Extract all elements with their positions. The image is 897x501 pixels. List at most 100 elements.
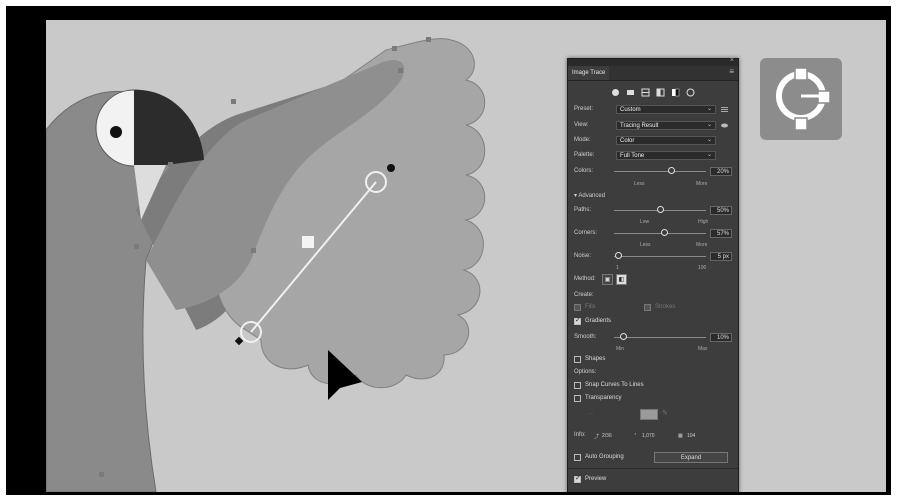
paths-min-label: Low — [640, 219, 650, 225]
view-dropdown[interactable]: Tracing Result ⌄ — [616, 121, 716, 130]
corners-min-label: Less — [640, 242, 651, 248]
smooth-value[interactable]: 10% — [710, 333, 732, 342]
options-label: Options: — [574, 369, 597, 375]
colors-slider-track[interactable] — [614, 167, 706, 174]
gradients-checkbox[interactable] — [574, 316, 581, 325]
paths-slider-knob[interactable] — [656, 206, 664, 213]
image-trace-badge — [760, 58, 842, 140]
view-label: View: — [574, 122, 589, 128]
menu-icon[interactable]: ≡ — [729, 67, 734, 76]
palette-row: Palette: Full Tone ⌄ — [568, 149, 738, 163]
palette-value: Full Tone — [620, 153, 645, 159]
mode-value: Color — [620, 138, 635, 144]
noise-slider-track[interactable] — [614, 252, 706, 259]
black-white-icon[interactable] — [671, 88, 680, 97]
fills-label: Fills — [585, 304, 596, 310]
info-label: Info: — [574, 432, 586, 438]
eye-icon[interactable] — [721, 122, 728, 129]
gradient-end-stop — [387, 164, 395, 172]
preset-row: Preset: Custom ⌄ — [568, 103, 738, 117]
mode-dropdown[interactable]: Color ⌄ — [616, 136, 716, 145]
paths-label: Paths: — [574, 207, 592, 213]
tab-image-trace[interactable]: Image Trace — [568, 66, 610, 80]
preset-label: Preset: — [574, 106, 594, 112]
eyedropper-icon[interactable]: ✎ — [662, 409, 668, 417]
paths-slider-track[interactable] — [614, 206, 706, 213]
snap-curves-row: Snap Curves To Lines — [568, 379, 738, 393]
smooth-slider-knob[interactable] — [619, 333, 627, 340]
corners-slider-knob[interactable] — [661, 229, 669, 236]
transparency-label: Transparency — [585, 395, 622, 401]
corners-row: Corners: 57% — [568, 227, 738, 241]
noise-max-label: 100 — [698, 265, 707, 271]
view-row: View: Tracing Result ⌄ — [568, 119, 738, 133]
noise-value[interactable]: 5 px — [710, 252, 732, 261]
preview-row: Preview — [568, 473, 738, 487]
chevron-down-icon: ⌄ — [706, 122, 712, 128]
noise-row: Noise: 5 px — [568, 250, 738, 264]
method-row: Method: ▣ ◧ — [568, 273, 738, 287]
colors-label: Colors: — [574, 168, 594, 174]
smooth-slider-track[interactable] — [614, 333, 706, 340]
smooth-min-label: Min — [616, 346, 625, 352]
expand-button[interactable]: Expand — [654, 452, 728, 463]
auto-grouping-checkbox[interactable] — [574, 454, 581, 461]
paths-count-icon: ⤴ — [594, 434, 600, 440]
outline-icon[interactable] — [686, 88, 695, 97]
preset-list-icon[interactable] — [721, 106, 728, 113]
auto-color-icon[interactable] — [611, 88, 620, 97]
transparency-color-label: ··· — [588, 411, 593, 417]
shapes-checkbox[interactable] — [574, 356, 581, 363]
corners-slider-track[interactable] — [614, 229, 706, 236]
colors-slider-knob[interactable] — [667, 167, 675, 174]
panel-divider — [568, 468, 738, 469]
noise-min-label: 1 — [616, 265, 619, 271]
strokes-checkbox[interactable] — [644, 304, 651, 311]
options-row: Options: — [568, 366, 738, 380]
colors-count-icon: ▦ — [678, 433, 683, 439]
overlapping-method-button[interactable]: ◧ — [616, 274, 627, 285]
paths-value[interactable]: 50% — [710, 206, 732, 215]
smooth-max-label: Max — [698, 346, 708, 352]
canvas[interactable]: × Image Trace ≡ Preset: Custom ⌄ View: T… — [46, 20, 886, 492]
preview-checkbox[interactable] — [574, 474, 581, 483]
close-icon[interactable]: × — [730, 57, 734, 64]
grouping-row: Auto Grouping Expand — [568, 451, 738, 465]
paths-row: Paths: 50% — [568, 204, 738, 218]
method-label: Method: — [574, 276, 596, 282]
preset-value: Custom — [620, 107, 641, 113]
colors-min-label: Less — [634, 181, 645, 187]
low-color-icon[interactable] — [641, 88, 650, 97]
gradient-midpoint — [302, 236, 314, 248]
preview-label: Preview — [585, 476, 607, 482]
chevron-down-icon: ⌄ — [706, 106, 712, 112]
transparency-checkbox[interactable] — [574, 395, 581, 402]
corners-value[interactable]: 57% — [710, 229, 732, 238]
palette-label: Palette: — [574, 152, 595, 158]
eye-pupil — [110, 126, 122, 138]
create-label: Create: — [574, 292, 594, 298]
anchors-count-icon: ⌝ — [634, 433, 637, 439]
transparency-row: Transparency — [568, 392, 738, 406]
advanced-label: ▾ Advanced — [574, 193, 606, 199]
advanced-toggle[interactable]: ▾ Advanced — [568, 189, 738, 203]
palette-dropdown[interactable]: Full Tone ⌄ — [616, 151, 716, 160]
colors-value[interactable]: 20% — [710, 167, 732, 176]
fills-checkbox[interactable] — [574, 304, 581, 311]
view-value: Tracing Result — [620, 123, 659, 129]
panel-titlebar[interactable]: × — [568, 57, 738, 66]
snap-curves-checkbox[interactable] — [574, 382, 581, 389]
snap-curves-label: Snap Curves To Lines — [585, 382, 644, 388]
grayscale-icon[interactable] — [656, 88, 665, 97]
colors-count: 104 — [687, 433, 696, 439]
image-trace-panel[interactable]: × Image Trace ≡ Preset: Custom ⌄ View: T… — [567, 57, 739, 492]
transparency-color-swatch[interactable] — [640, 409, 658, 420]
high-color-icon[interactable] — [626, 88, 635, 97]
strokes-label: Strokes — [655, 304, 676, 310]
noise-slider-knob[interactable] — [615, 252, 623, 259]
preset-dropdown[interactable]: Custom ⌄ — [616, 105, 716, 114]
advanced-text: Advanced — [578, 193, 606, 199]
abutting-method-button[interactable]: ▣ — [602, 274, 613, 285]
shapes-label: Shapes — [585, 356, 606, 362]
colors-max-label: More — [696, 181, 708, 187]
